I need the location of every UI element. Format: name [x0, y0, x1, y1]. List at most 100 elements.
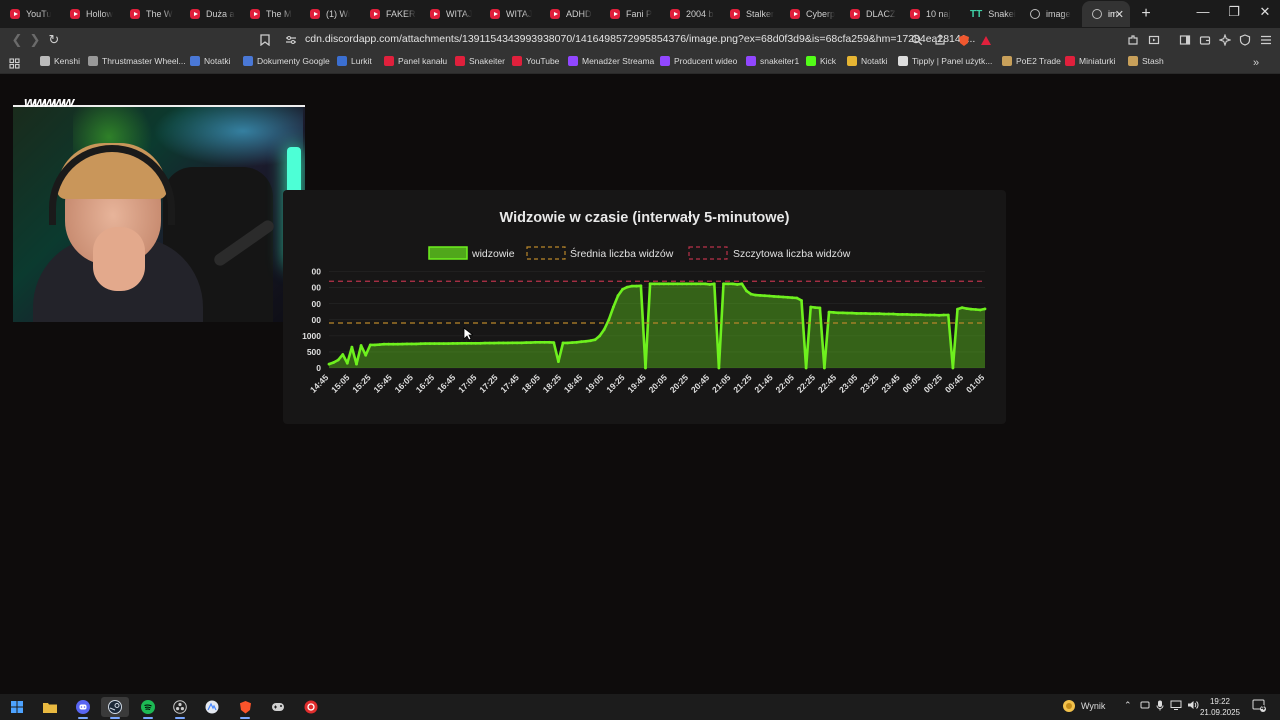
- data-point: [758, 294, 762, 297]
- network-icon[interactable]: [1170, 700, 1182, 712]
- leo-ai-icon[interactable]: [1216, 31, 1234, 49]
- bookmark-item[interactable]: Thrustmaster Wheel...: [88, 56, 186, 66]
- tray-app-icon[interactable]: [1140, 700, 1150, 712]
- app-red-icon[interactable]: [297, 697, 325, 717]
- tab-3[interactable]: Duża a: [180, 1, 240, 27]
- data-point: [965, 307, 969, 310]
- tab-11[interactable]: 2004 b: [660, 1, 720, 27]
- tab-16[interactable]: TT Snakei: [960, 1, 1020, 27]
- data-point: [387, 342, 390, 346]
- spotify-icon[interactable]: [134, 697, 162, 719]
- bookmark-item[interactable]: Notatki: [190, 56, 230, 66]
- menu-icon[interactable]: [1257, 31, 1275, 49]
- more-bookmarks-icon[interactable]: »: [1247, 54, 1265, 72]
- tab-1[interactable]: Hollow: [60, 1, 120, 27]
- bookmark-icon: [337, 56, 347, 66]
- restore-icon[interactable]: ❐: [1219, 4, 1249, 20]
- data-point: [593, 338, 597, 342]
- data-point: [790, 296, 794, 300]
- volume-icon[interactable]: [1187, 700, 1199, 712]
- data-point: [868, 312, 872, 316]
- brave-shields-icon[interactable]: [955, 31, 973, 49]
- back-icon[interactable]: ❮: [8, 31, 26, 49]
- tab-12[interactable]: Stalker: [720, 1, 780, 27]
- bookmark-item[interactable]: PoE2 Trade: [1002, 56, 1061, 66]
- bookmarks-bar: » Kenshi Thrustmaster Wheel... Notatki Doku…: [0, 52, 1280, 74]
- new-tab-button[interactable]: +: [1136, 5, 1156, 23]
- steam-icon[interactable]: [101, 697, 129, 719]
- media-icon[interactable]: [1145, 31, 1163, 49]
- bookmark-item[interactable]: YouTube: [512, 56, 559, 66]
- brave-rewards-icon[interactable]: [977, 31, 995, 49]
- bookmark-item[interactable]: Panel kanału: [384, 56, 447, 66]
- reload-icon[interactable]: ↻: [45, 31, 63, 49]
- tab-8[interactable]: WITAJ: [480, 1, 540, 27]
- bookmark-icon[interactable]: [256, 31, 274, 49]
- tab-title: DLACZ: [866, 9, 896, 19]
- tab-7[interactable]: WITAJ: [420, 1, 480, 27]
- tab-14[interactable]: DLACZ: [840, 1, 900, 27]
- tab-2[interactable]: The W: [120, 1, 180, 27]
- start-windows-icon[interactable]: [3, 697, 31, 717]
- bookmark-item[interactable]: Kick: [806, 56, 836, 66]
- bookmark-item[interactable]: snakeiter1: [746, 56, 799, 66]
- system-clock[interactable]: 19:22 21.09.2025: [1200, 696, 1240, 718]
- data-point: [846, 311, 849, 315]
- address-bar[interactable]: cdn.discordapp.com/attachments/139115434…: [305, 33, 975, 45]
- close-window-icon[interactable]: ✕: [1250, 4, 1280, 20]
- bookmark-item[interactable]: Notatki: [847, 56, 887, 66]
- data-point: [396, 342, 400, 346]
- data-point: [552, 341, 556, 344]
- tab-17[interactable]: image: [1020, 1, 1080, 27]
- apps-grid-icon[interactable]: [5, 54, 23, 72]
- tab-6[interactable]: FAKER: [360, 1, 420, 27]
- bookmark-item[interactable]: Miniaturki: [1065, 56, 1115, 66]
- forward-icon[interactable]: ❯: [26, 31, 44, 49]
- tab-10[interactable]: Fani P: [600, 1, 660, 27]
- bookmark-item[interactable]: Kenshi: [40, 56, 80, 66]
- tab-18[interactable]: im ✕: [1082, 1, 1130, 27]
- tab-9[interactable]: ADHD: [540, 1, 600, 27]
- bookmark-label: Stash: [1142, 56, 1164, 66]
- tab-4[interactable]: The M: [240, 1, 300, 27]
- brave-browser-icon[interactable]: [231, 697, 259, 719]
- tab-13[interactable]: Cyberp: [780, 1, 840, 27]
- tab-0[interactable]: YouTu: [0, 1, 60, 27]
- microphone-icon[interactable]: [1156, 700, 1164, 713]
- discord-icon[interactable]: [69, 697, 97, 719]
- bookmark-label: Tipply | Panel użytk...: [912, 56, 993, 66]
- weather-icon[interactable]: [1062, 699, 1076, 715]
- site-settings-icon[interactable]: [282, 31, 300, 49]
- file-explorer-icon[interactable]: [36, 697, 64, 717]
- vpn-icon[interactable]: [1236, 31, 1254, 49]
- bookmark-item[interactable]: Tipply | Panel użytk...: [898, 56, 992, 66]
- bookmark-item[interactable]: Lurkit: [337, 56, 372, 66]
- zoom-icon[interactable]: [908, 31, 926, 49]
- wallet-icon[interactable]: [1196, 31, 1214, 49]
- game-controller-icon[interactable]: [264, 697, 292, 717]
- extensions-icon[interactable]: [1124, 31, 1142, 49]
- data-point: [648, 282, 652, 286]
- tab-5[interactable]: (1) Wi: [300, 1, 360, 27]
- tray-overflow-icon[interactable]: ⌃: [1124, 700, 1132, 711]
- data-point: [378, 343, 381, 346]
- x-tick-label: 15:05: [329, 372, 352, 395]
- minimize-icon[interactable]: —: [1188, 4, 1218, 19]
- data-point: [804, 366, 808, 370]
- tab-15[interactable]: 10 naj: [900, 1, 960, 27]
- obs-icon[interactable]: [166, 697, 194, 719]
- share-icon[interactable]: [931, 31, 949, 49]
- close-tab-icon[interactable]: ✕: [1115, 8, 1124, 21]
- data-point: [786, 295, 790, 299]
- bookmark-item[interactable]: Dokumenty Google: [243, 56, 330, 66]
- weather-label[interactable]: Wynik: [1081, 701, 1105, 711]
- x-tick-label: 18:45: [562, 372, 585, 395]
- y-tick-label: 1000: [302, 331, 321, 341]
- bookmark-item[interactable]: Producent wideo: [660, 56, 737, 66]
- bookmark-item[interactable]: Menadżer Streama: [568, 56, 654, 66]
- bookmark-item[interactable]: Snakeiter: [455, 56, 505, 66]
- bookmark-item[interactable]: Stash: [1128, 56, 1164, 66]
- notification-count: 4: [1261, 705, 1265, 712]
- nordvpn-icon[interactable]: [198, 697, 226, 717]
- sidebar-icon[interactable]: [1176, 31, 1194, 49]
